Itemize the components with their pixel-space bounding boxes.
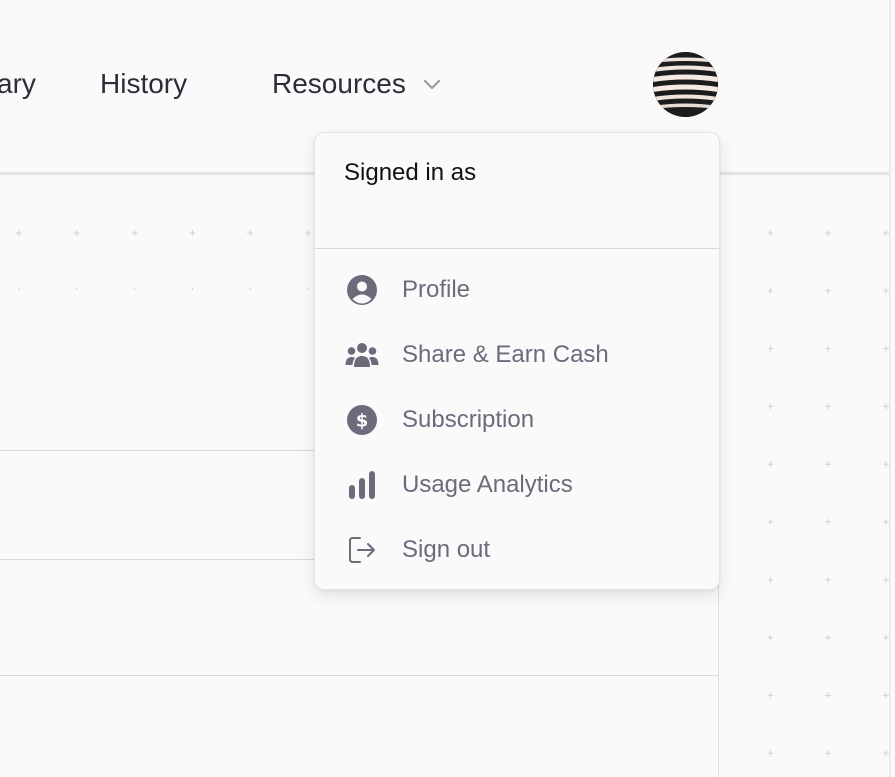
svg-text:$: $	[356, 411, 369, 432]
plus-pattern-mark	[883, 634, 889, 641]
plus-pattern-mark	[767, 287, 774, 294]
page-edge	[889, 0, 891, 777]
plus-pattern-mark	[883, 576, 889, 583]
signed-in-label: Signed in as	[344, 159, 477, 186]
plus-pattern-mark	[767, 634, 774, 641]
plus-pattern-mark	[767, 692, 774, 699]
plus-pattern-mark	[73, 230, 80, 236]
users-group-icon	[345, 338, 379, 372]
plus-pattern-mark	[883, 750, 889, 757]
plus-pattern-mark	[883, 230, 889, 236]
plus-pattern-mark	[883, 345, 889, 352]
plus-pattern-mark	[767, 345, 774, 352]
plus-pattern-mark	[767, 403, 774, 410]
bar-chart-icon	[345, 468, 379, 502]
menu-item-label: Subscription	[402, 406, 535, 433]
plus-pattern-mark	[767, 230, 774, 236]
plus-pattern-mark	[825, 519, 832, 525]
plus-pattern-mark	[825, 692, 832, 699]
plus-pattern-mark	[883, 461, 889, 468]
user-dropdown-menu: Signed in as Profile Share & Earn Cash $…	[314, 132, 720, 590]
menu-item-profile[interactable]: Profile	[315, 260, 719, 320]
plus-pattern-mark	[825, 461, 832, 468]
plus-pattern-mark	[247, 230, 254, 236]
plus-pattern-mark	[16, 230, 22, 236]
plus-pattern-mark	[767, 576, 774, 583]
plus-pattern-mark	[883, 692, 889, 699]
plus-pattern-mark	[825, 345, 832, 352]
plus-pattern-mark	[131, 230, 138, 236]
plus-pattern-mark	[825, 634, 832, 641]
nav-link-library[interactable]: ary	[0, 66, 36, 102]
menu-item-subscription[interactable]: $ Subscription	[315, 390, 719, 450]
plus-pattern-mark	[883, 403, 889, 410]
menu-item-label: Share & Earn Cash	[402, 341, 609, 368]
plus-pattern-mark	[825, 403, 832, 410]
sign-out-icon	[345, 533, 379, 567]
menu-item-share-earn-cash[interactable]: Share & Earn Cash	[315, 325, 719, 385]
plus-pattern-mark	[767, 519, 774, 525]
plus-pattern-mark	[883, 519, 889, 525]
dropdown-divider	[315, 248, 719, 249]
user-circle-icon	[345, 273, 379, 307]
plus-pattern-mark	[189, 230, 196, 236]
app-root: ary History Resources Signed in as Profi…	[0, 0, 895, 777]
plus-pattern-mark	[767, 750, 774, 757]
nav-link-resources[interactable]: Resources	[272, 66, 442, 102]
avatar[interactable]	[653, 52, 718, 117]
chevron-down-icon	[422, 74, 442, 94]
plus-pattern-mark	[825, 230, 832, 236]
plus-pattern-mark	[825, 287, 832, 294]
plus-pattern-mark	[825, 576, 832, 583]
plus-pattern-mark	[767, 461, 774, 468]
menu-item-label: Usage Analytics	[402, 471, 573, 498]
plus-pattern-mark	[883, 287, 889, 294]
plus-pattern-mark	[825, 750, 832, 757]
plus-pattern-mark	[305, 230, 311, 236]
dollar-circle-icon: $	[345, 403, 379, 437]
content-divider	[0, 675, 718, 676]
menu-item-label: Profile	[402, 276, 471, 303]
resources-label: Resources	[272, 68, 406, 99]
menu-item-label: Sign out	[402, 536, 491, 563]
menu-item-sign-out[interactable]: Sign out	[315, 520, 719, 580]
menu-item-usage-analytics[interactable]: Usage Analytics	[315, 455, 719, 515]
nav-link-history[interactable]: History	[100, 66, 187, 102]
